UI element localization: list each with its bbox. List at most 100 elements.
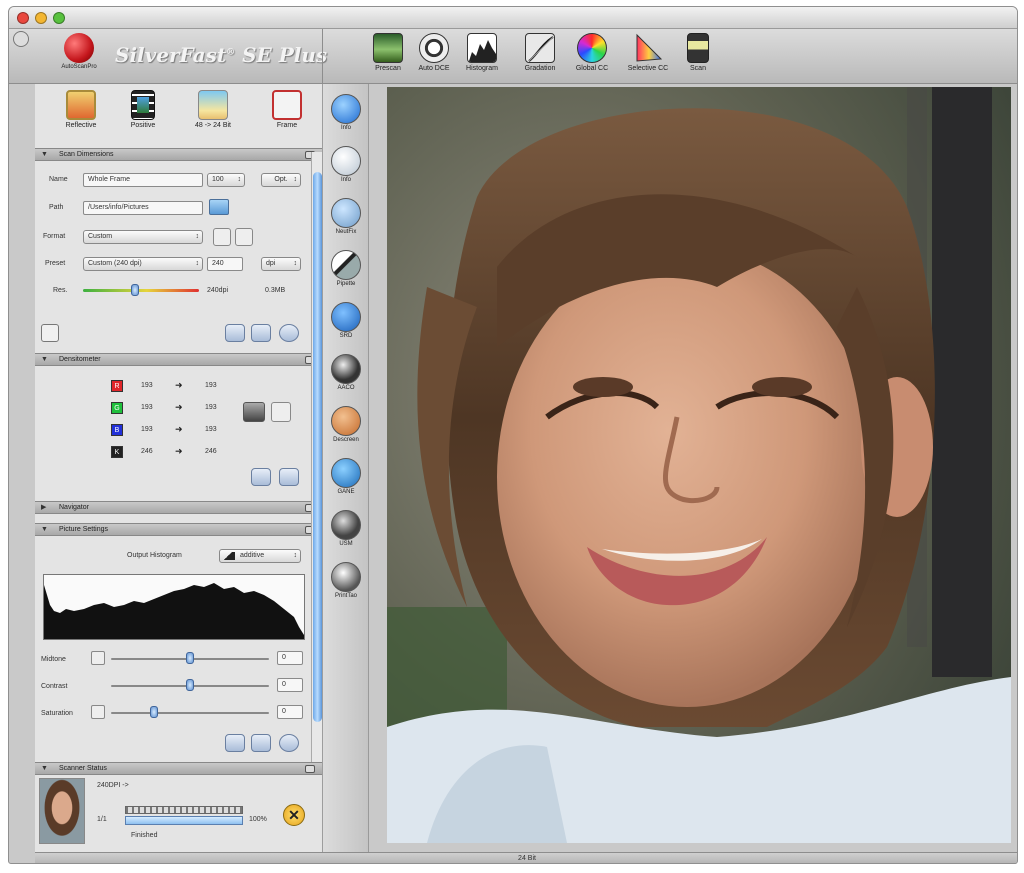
aaco-icon bbox=[331, 354, 361, 384]
resolution-slider-knob[interactable] bbox=[131, 284, 140, 296]
format-select[interactable]: Custom bbox=[83, 230, 203, 244]
scan-icon bbox=[687, 33, 709, 63]
densitometer-reset-icon[interactable] bbox=[271, 402, 291, 422]
bit-depth-button[interactable]: 48 -> 24 Bit bbox=[183, 90, 243, 129]
bit-depth-icon bbox=[198, 90, 228, 120]
path-field[interactable]: /Users/info/Pictures bbox=[83, 201, 203, 215]
frame-mode-button[interactable]: Frame bbox=[261, 90, 313, 129]
scanner-status-header[interactable]: ▼ Scanner Status bbox=[35, 762, 322, 775]
density-to: 193 bbox=[205, 426, 217, 433]
histogram-icon bbox=[467, 33, 497, 63]
picture-zoom-button[interactable] bbox=[251, 734, 271, 752]
prescan-icon bbox=[373, 33, 403, 63]
positive-mode-button[interactable]: Positive bbox=[117, 90, 169, 129]
picture-settings-header[interactable]: ▼ Picture Settings bbox=[35, 523, 322, 536]
autoscanpro-logo[interactable]: AutoScanPro bbox=[49, 31, 109, 70]
picture-expert-button[interactable] bbox=[225, 734, 245, 752]
gradation-button[interactable]: Gradation bbox=[511, 33, 569, 72]
frame-scale-select[interactable]: 100 bbox=[207, 173, 245, 187]
tool-label: USM bbox=[339, 541, 353, 547]
reflective-mode-button[interactable]: Reflective bbox=[55, 90, 107, 129]
srd-tool-button[interactable]: SRD bbox=[329, 302, 363, 339]
info-icon bbox=[331, 94, 361, 124]
frame-name-field[interactable]: Whole Frame bbox=[83, 173, 203, 187]
usm-tool-button[interactable]: USM bbox=[329, 510, 363, 547]
navigator-header[interactable]: ▶ Navigator bbox=[35, 501, 322, 514]
saturation-field[interactable]: 0 bbox=[277, 705, 303, 719]
window-settings-icon[interactable] bbox=[13, 31, 29, 47]
opt-button[interactable]: Opt. bbox=[261, 173, 301, 187]
main-toolbar: AutoScanPro SilverFast® SE Plus Prescan … bbox=[9, 29, 1017, 84]
info-tool-button[interactable]: Info bbox=[329, 94, 363, 131]
saturation-slider-knob[interactable] bbox=[149, 706, 158, 718]
preset-label: Preset bbox=[45, 260, 66, 267]
name-label: Name bbox=[49, 176, 68, 183]
folder-icon[interactable] bbox=[209, 199, 229, 215]
contrast-field[interactable]: 0 bbox=[277, 678, 303, 692]
file-size-value: 0.3MB bbox=[265, 287, 286, 294]
density-to: 193 bbox=[205, 404, 217, 411]
panel-options-icon[interactable] bbox=[305, 765, 315, 773]
close-window-button[interactable] bbox=[17, 12, 29, 24]
brand-title: SilverFast® SE Plus bbox=[115, 43, 328, 67]
panel-scrollbar[interactable] bbox=[311, 152, 322, 762]
res-value: 240dpi bbox=[207, 287, 229, 294]
toolbar-divider bbox=[322, 29, 323, 84]
contrast-slider-knob[interactable] bbox=[186, 679, 194, 691]
prescan-preview[interactable] bbox=[387, 87, 1011, 843]
saturation-slider-track[interactable] bbox=[111, 712, 269, 714]
histogram-mini-icon bbox=[221, 552, 235, 560]
densitometer-mode-icon[interactable] bbox=[243, 402, 265, 422]
scan-dimensions-header[interactable]: ▼ Scan Dimensions bbox=[35, 148, 322, 161]
scan-dpi-text: 240DPI -> bbox=[97, 782, 129, 789]
preset-select[interactable]: Custom (240 dpi) bbox=[83, 257, 203, 271]
resolution-field[interactable]: 240 bbox=[207, 257, 243, 271]
saturation-label: Saturation bbox=[41, 710, 73, 717]
save-settings-icon[interactable] bbox=[41, 324, 59, 342]
cancel-scan-icon[interactable]: ✕ bbox=[283, 804, 305, 826]
tool-label: SRD bbox=[339, 333, 353, 339]
positive-film-icon bbox=[131, 90, 155, 120]
midtone-field[interactable]: 0 bbox=[277, 651, 303, 665]
zoom-window-button[interactable] bbox=[53, 12, 65, 24]
expert-dialog-button[interactable] bbox=[225, 324, 245, 342]
midtone-auto-icon[interactable] bbox=[91, 651, 105, 665]
global-cc-button[interactable]: Global CC bbox=[563, 33, 621, 72]
reset-button[interactable] bbox=[279, 324, 299, 342]
pipette-info-icon bbox=[331, 146, 361, 176]
gradation-icon bbox=[525, 33, 555, 63]
pipette-info-tool-button[interactable]: Info bbox=[329, 146, 363, 183]
densitometer-row: R 193 ➜ 193 bbox=[105, 380, 225, 394]
tool-label: Descreen bbox=[333, 437, 359, 443]
picture-reset-button[interactable] bbox=[279, 734, 299, 752]
saturation-auto-icon[interactable] bbox=[91, 705, 105, 719]
midtone-slider-knob[interactable] bbox=[186, 652, 194, 664]
descreen-tool-button[interactable]: Descreen bbox=[329, 406, 363, 443]
histogram-button[interactable]: Histogram bbox=[453, 33, 511, 72]
density-from: 246 bbox=[141, 448, 153, 455]
densitometer-zoom-button[interactable] bbox=[279, 468, 299, 486]
arrow-right-icon: ➜ bbox=[175, 402, 183, 412]
zoom-button[interactable] bbox=[251, 324, 271, 342]
panel-scrollbar-thumb[interactable] bbox=[313, 172, 322, 722]
aaco-tool-button[interactable]: AACO bbox=[329, 354, 363, 391]
scan-percent: 100% bbox=[249, 816, 267, 823]
densitometer-expert-button[interactable] bbox=[251, 468, 271, 486]
unit-select[interactable]: dpi bbox=[261, 257, 301, 271]
pipette-tool-button[interactable]: Pipette bbox=[329, 250, 363, 287]
gane-tool-button[interactable]: GANE bbox=[329, 458, 363, 495]
tool-label: Info bbox=[340, 177, 351, 183]
densitometer-header[interactable]: ▼ Densitometer bbox=[35, 353, 322, 366]
printtao-tool-button[interactable]: PrintTao bbox=[329, 562, 363, 599]
autoscan-apple-icon bbox=[64, 33, 94, 63]
resolution-slider-track[interactable] bbox=[83, 289, 199, 292]
printtao-icon bbox=[331, 562, 361, 592]
midtone-label: Midtone bbox=[41, 656, 66, 663]
neutral-fix-tool-button[interactable]: NeutFix bbox=[329, 198, 363, 235]
lock-ratio-icon[interactable] bbox=[235, 228, 253, 246]
scan-button[interactable]: Scan bbox=[669, 33, 727, 72]
arrow-right-icon: ➜ bbox=[175, 446, 183, 456]
minimize-window-button[interactable] bbox=[35, 12, 47, 24]
portrait-orientation-icon[interactable] bbox=[213, 228, 231, 246]
collapse-triangle-icon: ▼ bbox=[41, 151, 48, 158]
